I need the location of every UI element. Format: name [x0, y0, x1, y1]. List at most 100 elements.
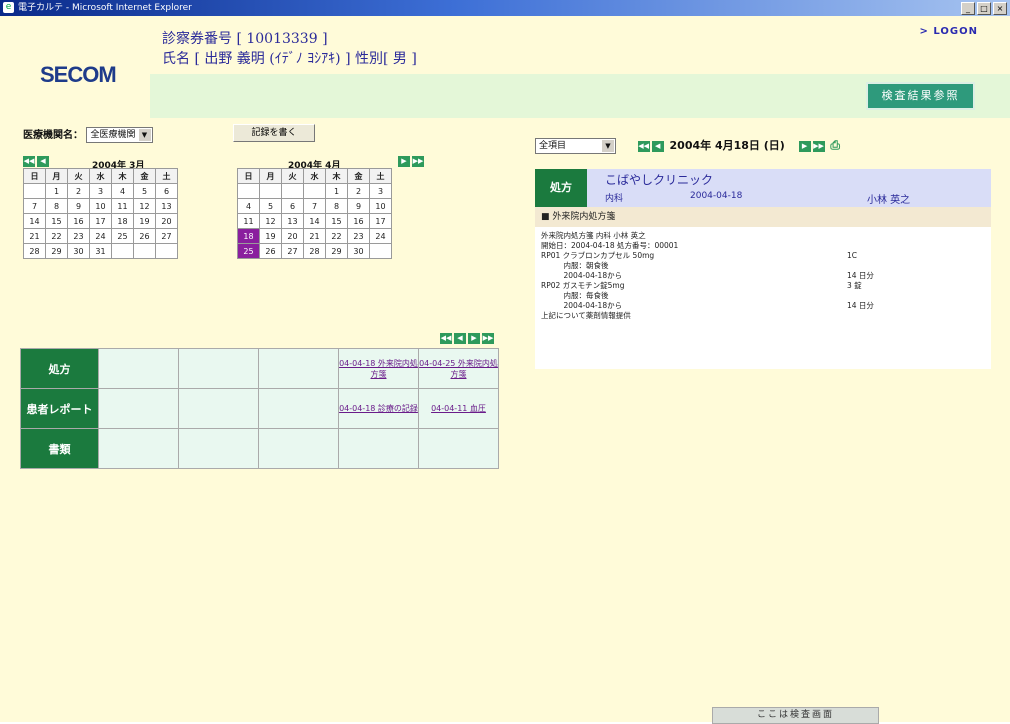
calendar-day[interactable]: 30 — [67, 243, 90, 259]
prev-month-icon[interactable]: ◀ — [37, 156, 49, 167]
calendar-day[interactable]: 22 — [325, 228, 348, 244]
record-link[interactable]: 04-04-11 血圧 — [431, 404, 486, 413]
calendar-day[interactable]: 24 — [369, 228, 392, 244]
calendar-day[interactable]: 6 — [155, 183, 178, 199]
calendar-day[interactable]: 24 — [89, 228, 112, 244]
calendar-day[interactable]: 3 — [369, 183, 392, 199]
minimize-button[interactable]: _ — [961, 2, 975, 15]
print-icon[interactable]: ⎙ — [830, 138, 840, 152]
calendar-day[interactable]: 12 — [133, 198, 156, 214]
next-month-icon[interactable]: ▶ — [398, 156, 410, 167]
calendar-day[interactable]: 9 — [67, 198, 90, 214]
calendar-day[interactable]: 26 — [133, 228, 156, 244]
grid-cell[interactable] — [418, 428, 499, 469]
grid-cell[interactable] — [258, 348, 339, 389]
calendar-day[interactable]: 12 — [259, 213, 282, 229]
calendar-day[interactable]: 26 — [259, 243, 282, 259]
calendar-day[interactable]: 17 — [89, 213, 112, 229]
logon-link[interactable]: > LOGON — [920, 26, 978, 37]
grid-next-icon[interactable]: ▶ — [468, 333, 480, 344]
calendar-day[interactable]: 4 — [111, 183, 134, 199]
calendar-day[interactable]: 16 — [67, 213, 90, 229]
calendar-day[interactable]: 29 — [325, 243, 348, 259]
prev-record-double-icon[interactable]: ◀◀ — [637, 140, 650, 152]
calendar-day[interactable]: 14 — [23, 213, 46, 229]
calendar-day[interactable]: 23 — [67, 228, 90, 244]
calendar-day[interactable]: 9 — [347, 198, 370, 214]
prev-month-double-icon[interactable]: ◀◀ — [23, 156, 35, 167]
calendar-day[interactable]: 13 — [155, 198, 178, 214]
grid-cell[interactable] — [258, 388, 339, 429]
grid-cell[interactable] — [178, 388, 259, 429]
grid-cell[interactable] — [338, 428, 419, 469]
calendar-day[interactable]: 25 — [111, 228, 134, 244]
grid-prev-double-icon[interactable]: ◀◀ — [440, 333, 452, 344]
calendar-day[interactable]: 15 — [325, 213, 348, 229]
calendar-day[interactable]: 6 — [281, 198, 304, 214]
prev-record-icon[interactable]: ◀ — [651, 140, 664, 152]
next-record-icon[interactable]: ▶ — [798, 140, 811, 152]
calendar-day[interactable]: 17 — [369, 213, 392, 229]
calendar-day[interactable]: 19 — [259, 228, 282, 244]
calendar-day[interactable]: 20 — [281, 228, 304, 244]
calendar-day[interactable]: 13 — [281, 213, 304, 229]
grid-cell[interactable] — [98, 348, 179, 389]
calendar-day[interactable]: 21 — [23, 228, 46, 244]
calendar-day[interactable]: 14 — [303, 213, 326, 229]
calendar-day[interactable]: 10 — [369, 198, 392, 214]
calendar-day[interactable]: 15 — [45, 213, 68, 229]
calendar-day[interactable]: 2 — [67, 183, 90, 199]
prescription-amount: 1C — [847, 251, 858, 260]
record-link[interactable]: 04-04-25 外来院内処方箋 — [419, 359, 498, 379]
facility-select[interactable]: 全医療機関 ▼ — [86, 127, 153, 143]
calendar-day[interactable]: 8 — [325, 198, 348, 214]
calendar-day[interactable]: 7 — [23, 198, 46, 214]
grid-prev-icon[interactable]: ◀ — [454, 333, 466, 344]
calendar-day[interactable]: 1 — [45, 183, 68, 199]
calendar-day[interactable]: 2 — [347, 183, 370, 199]
calendar-day[interactable]: 19 — [133, 213, 156, 229]
calendar-day[interactable]: 29 — [45, 243, 68, 259]
footer-tab[interactable]: ここは検査画面 — [712, 707, 879, 724]
calendar-day[interactable]: 27 — [281, 243, 304, 259]
calendar-day[interactable]: 4 — [237, 198, 260, 214]
calendar-day[interactable]: 20 — [155, 213, 178, 229]
calendar-day[interactable]: 11 — [111, 198, 134, 214]
grid-cell[interactable] — [178, 428, 259, 469]
calendar-day[interactable]: 1 — [325, 183, 348, 199]
calendar-day[interactable]: 22 — [45, 228, 68, 244]
calendar-day[interactable]: 8 — [45, 198, 68, 214]
record-link[interactable]: 04-04-18 外来院内処方箋 — [339, 359, 418, 379]
write-record-button[interactable]: 記録を書く — [233, 124, 315, 142]
calendar-day[interactable]: 3 — [89, 183, 112, 199]
calendar-day[interactable]: 25 — [237, 243, 260, 259]
filter-select[interactable]: 全項目 ▼ — [535, 138, 616, 154]
calendar-day[interactable]: 31 — [89, 243, 112, 259]
calendar-day[interactable]: 5 — [133, 183, 156, 199]
calendar-day[interactable]: 7 — [303, 198, 326, 214]
grid-cell[interactable] — [258, 428, 339, 469]
grid-next-double-icon[interactable]: ▶▶ — [482, 333, 494, 344]
test-results-button[interactable]: 検査結果参照 — [866, 82, 975, 110]
calendar-day[interactable]: 28 — [303, 243, 326, 259]
calendar-day[interactable]: 11 — [237, 213, 260, 229]
calendar-day[interactable]: 18 — [237, 228, 260, 244]
calendar-day[interactable]: 5 — [259, 198, 282, 214]
grid-cell[interactable] — [98, 428, 179, 469]
calendar-day[interactable]: 10 — [89, 198, 112, 214]
calendar-day[interactable]: 21 — [303, 228, 326, 244]
calendar-day[interactable]: 18 — [111, 213, 134, 229]
grid-cell[interactable] — [178, 348, 259, 389]
calendar-day[interactable]: 30 — [347, 243, 370, 259]
calendar-day[interactable]: 27 — [155, 228, 178, 244]
grid-cell[interactable] — [98, 388, 179, 429]
record-link[interactable]: 04-04-18 診療の記録 — [339, 404, 418, 413]
calendar-week: 4 5 6 7 8 9 10 — [237, 198, 392, 214]
calendar-day[interactable]: 28 — [23, 243, 46, 259]
next-month-double-icon[interactable]: ▶▶ — [412, 156, 424, 167]
calendar-day[interactable]: 16 — [347, 213, 370, 229]
calendar-day[interactable]: 23 — [347, 228, 370, 244]
close-button[interactable]: × — [993, 2, 1007, 15]
maximize-button[interactable]: □ — [977, 2, 991, 15]
next-record-double-icon[interactable]: ▶▶ — [812, 140, 825, 152]
